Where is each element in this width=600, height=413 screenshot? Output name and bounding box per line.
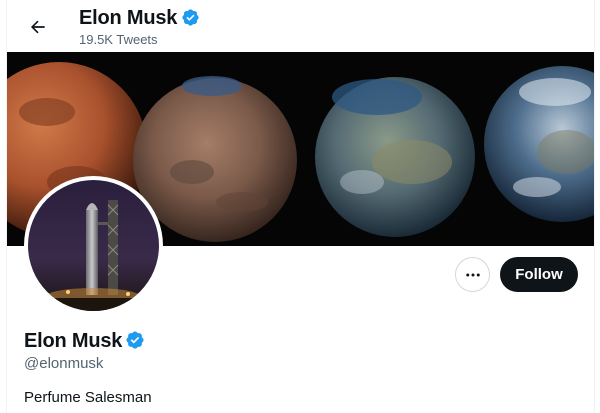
follow-button[interactable]: Follow <box>500 257 578 292</box>
more-horizontal-icon <box>465 273 480 276</box>
arrow-left-icon <box>30 20 45 34</box>
frame-border-right <box>594 0 595 413</box>
tweet-count: 19.5K Tweets <box>79 32 158 47</box>
header-title: Elon Musk <box>79 7 200 30</box>
verified-badge-icon <box>182 9 199 26</box>
profile-name-text: Elon Musk <box>24 330 123 352</box>
more-options-button[interactable] <box>455 257 490 292</box>
profile-display-name: Elon Musk <box>24 330 145 353</box>
verified-badge-icon <box>126 331 144 349</box>
profile-bio: Perfume Salesman <box>24 389 152 406</box>
header-name-text: Elon Musk <box>79 7 178 29</box>
profile-handle: @elonmusk <box>24 355 104 372</box>
back-button[interactable] <box>21 10 55 44</box>
avatar-frame[interactable] <box>24 176 163 315</box>
avatar[interactable] <box>28 180 159 311</box>
profile-header: Elon Musk 19.5K Tweets <box>7 0 594 52</box>
starship-avatar-image <box>28 180 159 311</box>
